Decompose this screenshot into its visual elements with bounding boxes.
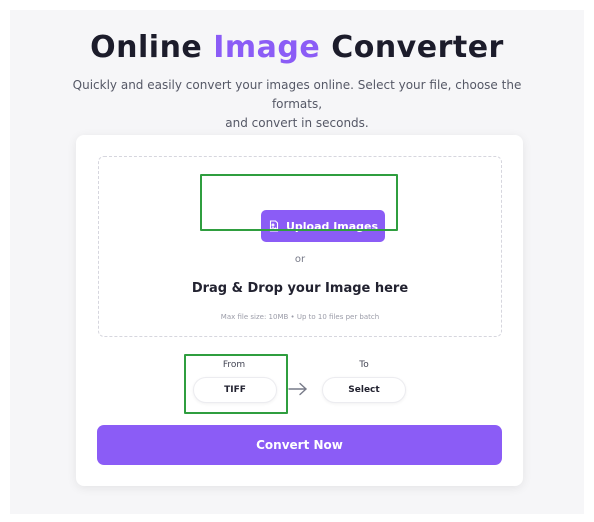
convert-now-button[interactable]: Convert Now [97, 425, 502, 465]
upload-button-highlight [200, 174, 398, 231]
title-part-2: Converter [331, 30, 504, 65]
from-select-highlight [184, 354, 288, 414]
subtitle-line-2: and convert in seconds. [225, 116, 369, 130]
drag-drop-text: Drag & Drop your Image here [191, 281, 409, 296]
title-accent: Image [213, 30, 321, 65]
or-divider-text: or [294, 254, 306, 265]
title-part-1: Online [90, 30, 203, 65]
upload-limits-text: Max file size: 10MB • Up to 10 files per… [220, 313, 380, 321]
to-label: To [359, 360, 369, 370]
converter-card: Upload Images or Drag & Drop your Image … [76, 135, 523, 486]
to-format-select[interactable]: Select [322, 377, 406, 403]
subtitle-line-1: Quickly and easily convert your images o… [72, 78, 522, 111]
page-title: Online Image Converter [0, 30, 594, 65]
page-subtitle: Quickly and easily convert your images o… [60, 76, 534, 133]
arrow-right-icon [288, 382, 307, 396]
